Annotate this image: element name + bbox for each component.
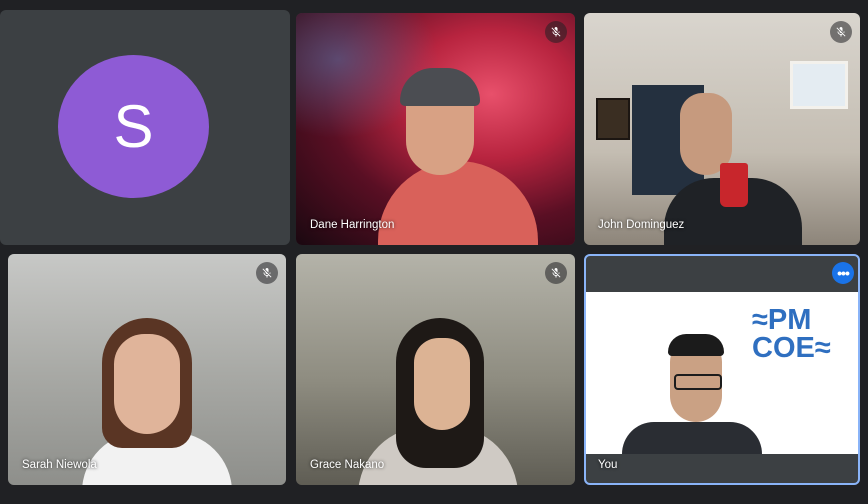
participant-tile-dane[interactable]: Dane Harrington [296, 13, 575, 245]
participant-name: You [598, 459, 618, 471]
person-head [114, 334, 180, 434]
window [790, 61, 848, 109]
mic-off-icon [830, 21, 852, 43]
participant-tile-sarah[interactable]: Sarah Niewola [8, 254, 286, 485]
mic-off-icon [545, 21, 567, 43]
participant-tile-grace[interactable]: Grace Nakano [296, 254, 575, 485]
more-options-button[interactable]: ••• [832, 262, 854, 284]
participant-name: John Dominguez [598, 219, 685, 231]
participant-name: Sarah Niewola [22, 459, 97, 471]
participant-tile-john[interactable]: John Dominguez [584, 13, 860, 245]
picture-frame [596, 98, 630, 140]
person-body [622, 422, 762, 454]
red-cup [720, 163, 748, 207]
participant-tile-self[interactable]: ≈PM COE≈ ••• You [584, 254, 860, 485]
mic-off-icon [256, 262, 278, 284]
participant-name: Grace Nakano [310, 459, 385, 471]
participant-tile-avatar[interactable]: S [0, 10, 290, 245]
mic-off-icon [545, 262, 567, 284]
glasses [674, 374, 722, 390]
more-icon: ••• [837, 265, 850, 281]
hair [668, 334, 724, 356]
logo-line-2: COE≈ [752, 332, 831, 364]
avatar-letter: S [113, 93, 154, 160]
avatar: S [58, 55, 209, 198]
participant-name: Dane Harrington [310, 219, 395, 231]
logo-line-1: ≈PM [752, 304, 812, 336]
person-head [414, 338, 470, 430]
pmcoe-logo: ≈PM COE≈ [752, 304, 844, 364]
